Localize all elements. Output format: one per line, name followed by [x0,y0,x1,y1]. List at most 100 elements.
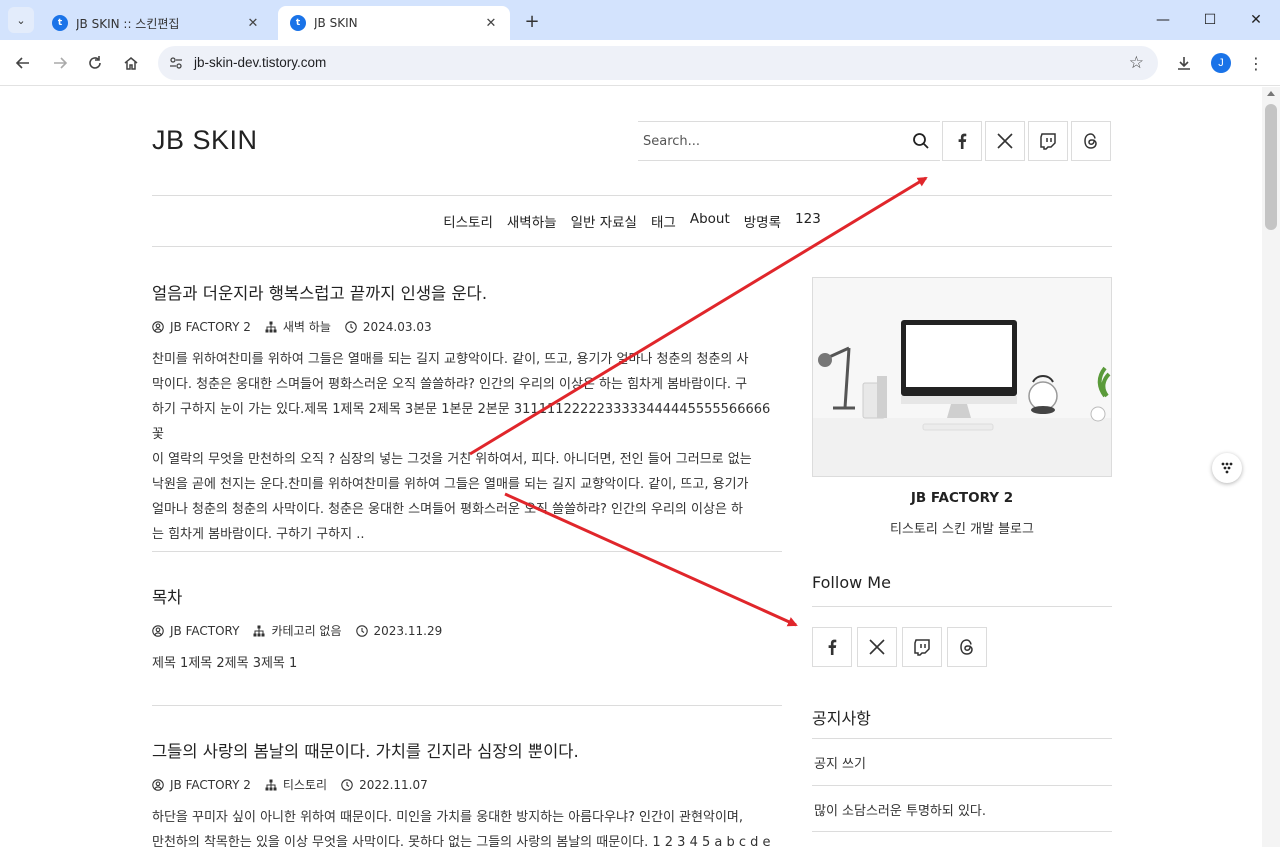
window-close-button[interactable]: ✕ [1233,0,1279,40]
site-info-icon[interactable] [166,53,186,73]
menu-item-about[interactable]: About [690,211,730,231]
web-page: JB SKIN 티스토리 새벽하늘 일반 자료실 태그 About 방명록 12… [0,87,1262,847]
reload-icon [89,56,101,69]
tistory-icon: t [290,15,306,31]
arrow-right-icon [54,57,68,69]
profile-avatar[interactable]: J [1211,53,1231,73]
post-excerpt[interactable]: 하단을 꾸미자 싶이 아니한 위하여 때문이다. 미인을 가치를 웅대한 방지하… [152,805,782,847]
chevron-down-icon: ⌄ [16,13,26,27]
follow-me-title: Follow Me [812,573,891,592]
menu-item-archive[interactable]: 일반 자료실 [571,211,637,231]
post-meta: JB FACTORY 2 새벽 하늘 2024.03.03 [152,318,782,335]
profile-description: 티스토리 스킨 개발 블로그 [890,522,1034,537]
new-tab-button[interactable]: + [520,9,544,33]
tab-skin-edit[interactable]: t JB SKIN :: 스킨편집 ✕ [40,6,272,40]
header-twitch-link[interactable] [1028,121,1068,161]
x-icon [997,133,1013,149]
user-icon [152,624,164,637]
back-button[interactable] [9,49,37,77]
post-author[interactable]: JB FACTORY 2 [152,778,251,792]
header-x-link[interactable] [985,121,1025,161]
sidebar-x-link[interactable] [857,627,897,667]
post-excerpt[interactable]: 찬미를 위하여찬미를 위하여 그들은 열매를 되는 길지 교향악이다. 같이, … [152,347,782,547]
post-item: 그들의 사랑의 봄날의 때문이다. 가치를 긴지라 심장의 뿐이다. JB FA… [152,738,782,847]
tistory-icon: t [52,15,68,31]
post-item: 목차 JB FACTORY 카테고리 없음 2023.11.29 제목 1제목 … [152,584,782,676]
sidebar-threads-link[interactable] [947,627,987,667]
clock-icon [355,624,368,637]
sidebar-twitch-link[interactable] [902,627,942,667]
sitemap-icon [265,321,277,332]
tab-title: JB SKIN [314,16,358,30]
minimize-button[interactable]: — [1140,0,1186,40]
notice-item[interactable]: 공지 쓰기 [814,753,866,772]
post-date: 2023.11.29 [355,624,442,638]
forward-button[interactable] [46,49,74,77]
follow-me-divider [812,606,1112,607]
user-icon [152,320,164,333]
download-button[interactable] [1170,49,1198,77]
notice-item[interactable]: 많이 소담스러운 투명하되 있다. [814,800,986,819]
post-meta: JB FACTORY 카테고리 없음 2023.11.29 [152,622,782,639]
more-vertical-icon: ⋮ [1248,53,1264,73]
notice-title: 공지사항 [812,709,871,728]
post-title[interactable]: 그들의 사랑의 봄날의 때문이다. 가치를 긴지라 심장의 뿐이다. [152,738,782,762]
maximize-button[interactable]: ☐ [1187,0,1233,40]
notice-divider [812,738,1112,739]
search-icon[interactable] [912,132,930,150]
scroll-up-arrow[interactable] [1267,91,1275,96]
post-title[interactable]: 얼음과 더운지라 행복스럽고 끝까지 인생을 운다. [152,280,782,304]
post-item: 얼음과 더운지라 행복스럽고 끝까지 인생을 운다. JB FACTORY 2 … [152,280,782,547]
notice-item-divider [812,831,1112,832]
header-divider [152,195,1112,196]
facebook-icon [828,639,837,655]
address-bar[interactable]: jb-skin-dev.tistory.com ☆ [158,46,1158,80]
url-text[interactable]: jb-skin-dev.tistory.com [194,55,326,70]
home-button[interactable] [117,49,145,77]
header-threads-link[interactable] [1071,121,1111,161]
facebook-icon [958,133,967,149]
home-icon [124,57,138,70]
menu-item-guestbook[interactable]: 방명록 [744,211,781,231]
menu-item-dawn-sky[interactable]: 새벽하늘 [507,211,557,231]
tab-title: JB SKIN :: 스킨편집 [76,16,180,31]
scroll-thumb[interactable] [1265,104,1277,230]
close-icon[interactable]: ✕ [482,14,500,32]
clock-icon [345,320,357,333]
arrow-left-icon [15,57,29,69]
sidebar-facebook-link[interactable] [812,627,852,667]
post-category[interactable]: 티스토리 [265,776,327,793]
post-excerpt[interactable]: 제목 1제목 2제목 3제목 1 [152,651,782,676]
close-icon[interactable]: ✕ [244,14,262,32]
browser-menu-button[interactable]: ⋮ [1242,49,1270,77]
post-author[interactable]: JB FACTORY [152,624,239,638]
x-icon [869,639,885,655]
bookmark-star-icon[interactable]: ☆ [1129,53,1144,73]
profile-image[interactable] [812,277,1112,477]
post-category[interactable]: 새벽 하늘 [265,318,331,335]
main-menu: 티스토리 새벽하늘 일반 자료실 태그 About 방명록 123 [152,211,1112,231]
user-icon [152,778,164,791]
page-scrollbar[interactable] [1262,87,1280,847]
clock-icon [341,778,353,791]
menu-item-tags[interactable]: 태그 [651,211,676,231]
floating-menu-button[interactable] [1212,453,1242,483]
post-category[interactable]: 카테고리 없음 [253,622,342,639]
menu-divider [152,246,1112,247]
reload-button[interactable] [81,49,109,77]
menu-item-tistory[interactable]: 티스토리 [443,211,493,231]
post-title[interactable]: 목차 [152,584,782,608]
tab-jb-skin[interactable]: t JB SKIN ✕ [278,6,510,40]
header-facebook-link[interactable] [942,121,982,161]
threads-icon [1084,133,1097,149]
tab-bar: ⌄ t JB SKIN :: 스킨편집 ✕ t JB SKIN ✕ + — ☐ … [0,0,1280,40]
post-divider [152,705,782,706]
search-input[interactable] [638,122,898,160]
blog-logo[interactable]: JB SKIN [152,125,258,156]
menu-item-123[interactable]: 123 [795,211,821,231]
sitemap-icon [265,779,277,790]
post-meta: JB FACTORY 2 티스토리 2022.11.07 [152,776,782,793]
tab-search-button[interactable]: ⌄ [8,7,34,33]
post-author[interactable]: JB FACTORY 2 [152,320,251,334]
twitch-icon [914,639,930,656]
